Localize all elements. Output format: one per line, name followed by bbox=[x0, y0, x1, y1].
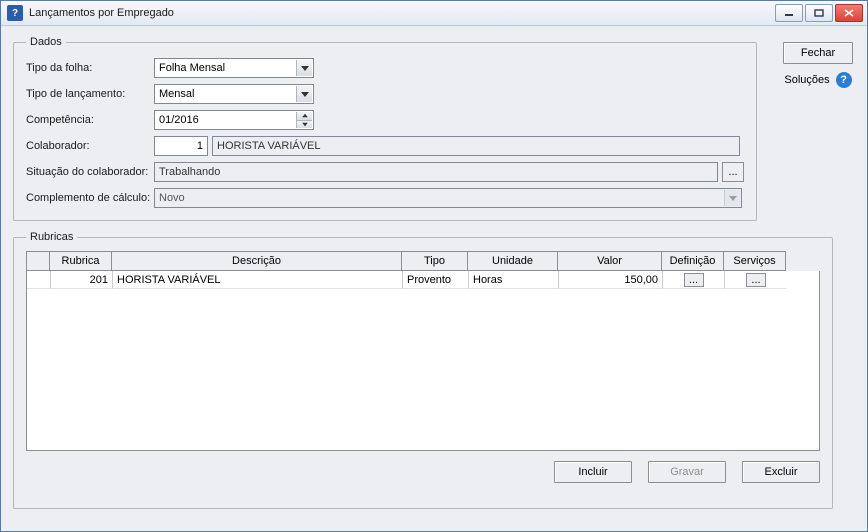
cell-rubrica[interactable]: 201 bbox=[51, 271, 113, 289]
tipo-folha-label: Tipo da folha: bbox=[26, 62, 154, 74]
gravar-button: Gravar bbox=[648, 461, 726, 483]
situacao-label: Situação do colaborador: bbox=[26, 166, 154, 178]
chevron-down-icon bbox=[296, 60, 312, 76]
window-title: Lançamentos por Empregado bbox=[29, 7, 775, 19]
definicao-browse-button[interactable]: ... bbox=[684, 273, 704, 287]
cell-tipo[interactable]: Provento bbox=[403, 271, 469, 289]
grid-header: Rubrica Descrição Tipo Unidade Valor Def… bbox=[26, 251, 820, 271]
row-indicator bbox=[27, 271, 51, 289]
content-area: Fechar Soluções ? Dados Tipo da folha: F… bbox=[1, 26, 867, 531]
cell-valor[interactable]: 150,00 bbox=[559, 271, 663, 289]
chevron-down-icon bbox=[724, 190, 740, 206]
rubricas-grid: Rubrica Descrição Tipo Unidade Valor Def… bbox=[26, 251, 820, 451]
competencia-value: 01/2016 bbox=[159, 114, 199, 126]
servicos-browse-button[interactable]: ... bbox=[746, 273, 766, 287]
maximize-icon bbox=[814, 9, 824, 17]
tipo-lancamento-combo[interactable]: Mensal bbox=[154, 84, 314, 104]
window: ? Lançamentos por Empregado Fechar Soluç… bbox=[0, 0, 868, 532]
column-valor[interactable]: Valor bbox=[558, 251, 662, 271]
column-tipo[interactable]: Tipo bbox=[402, 251, 468, 271]
minimize-button[interactable] bbox=[775, 4, 803, 22]
column-unidade[interactable]: Unidade bbox=[468, 251, 558, 271]
spin-up-icon[interactable] bbox=[296, 112, 312, 120]
cell-unidade[interactable]: Horas bbox=[469, 271, 559, 289]
cell-descricao[interactable]: HORISTA VARIÁVEL bbox=[113, 271, 403, 289]
help-icon: ? bbox=[836, 72, 852, 88]
situacao-browse-button[interactable]: ... bbox=[722, 162, 744, 182]
colaborador-nome-display: HORISTA VARIÁVEL bbox=[212, 136, 740, 156]
excluir-button[interactable]: Excluir bbox=[742, 461, 820, 483]
rubricas-fieldset: Rubricas Rubrica Descrição Tipo Unidade … bbox=[13, 231, 833, 509]
spin-down-icon[interactable] bbox=[296, 120, 312, 129]
side-buttons: Fechar Soluções ? bbox=[783, 42, 853, 88]
competencia-label: Competência: bbox=[26, 114, 154, 126]
tipo-folha-combo[interactable]: Folha Mensal bbox=[154, 58, 314, 78]
rubricas-buttons: Incluir Gravar Excluir bbox=[26, 461, 820, 483]
incluir-button[interactable]: Incluir bbox=[554, 461, 632, 483]
colaborador-codigo-input[interactable]: 1 bbox=[154, 136, 208, 156]
window-controls bbox=[775, 4, 863, 22]
column-selector bbox=[26, 251, 50, 271]
table-row[interactable]: 201 HORISTA VARIÁVEL Provento Horas 150,… bbox=[27, 271, 819, 289]
complemento-combo: Novo bbox=[154, 188, 742, 208]
fechar-button[interactable]: Fechar bbox=[783, 42, 853, 64]
cell-definicao[interactable]: ... bbox=[663, 271, 725, 289]
complemento-value: Novo bbox=[159, 192, 185, 204]
column-servicos[interactable]: Serviços bbox=[724, 251, 786, 271]
column-rubrica[interactable]: Rubrica bbox=[50, 251, 112, 271]
solucoes-link[interactable]: Soluções ? bbox=[783, 72, 853, 88]
grid-body[interactable]: 201 HORISTA VARIÁVEL Provento Horas 150,… bbox=[26, 271, 820, 451]
title-bar: ? Lançamentos por Empregado bbox=[1, 1, 867, 26]
minimize-icon bbox=[784, 9, 794, 17]
cell-servicos[interactable]: ... bbox=[725, 271, 787, 289]
competencia-input[interactable]: 01/2016 bbox=[154, 110, 314, 130]
close-icon bbox=[844, 9, 854, 17]
tipo-lancamento-value: Mensal bbox=[159, 88, 194, 100]
app-icon: ? bbox=[7, 5, 23, 21]
rubricas-legend: Rubricas bbox=[26, 231, 77, 243]
situacao-display: Trabalhando bbox=[154, 162, 718, 182]
complemento-label: Complemento de cálculo: bbox=[26, 192, 154, 204]
tipo-lancamento-label: Tipo de lançamento: bbox=[26, 88, 154, 100]
column-definicao[interactable]: Definição bbox=[662, 251, 724, 271]
dados-legend: Dados bbox=[26, 36, 66, 48]
column-descricao[interactable]: Descrição bbox=[112, 251, 402, 271]
dados-fieldset: Dados Tipo da folha: Folha Mensal Tipo d… bbox=[13, 36, 757, 221]
close-button[interactable] bbox=[835, 4, 863, 22]
chevron-down-icon bbox=[296, 86, 312, 102]
colaborador-label: Colaborador: bbox=[26, 140, 154, 152]
maximize-button[interactable] bbox=[805, 4, 833, 22]
tipo-folha-value: Folha Mensal bbox=[159, 62, 225, 74]
solucoes-label: Soluções bbox=[784, 74, 829, 86]
